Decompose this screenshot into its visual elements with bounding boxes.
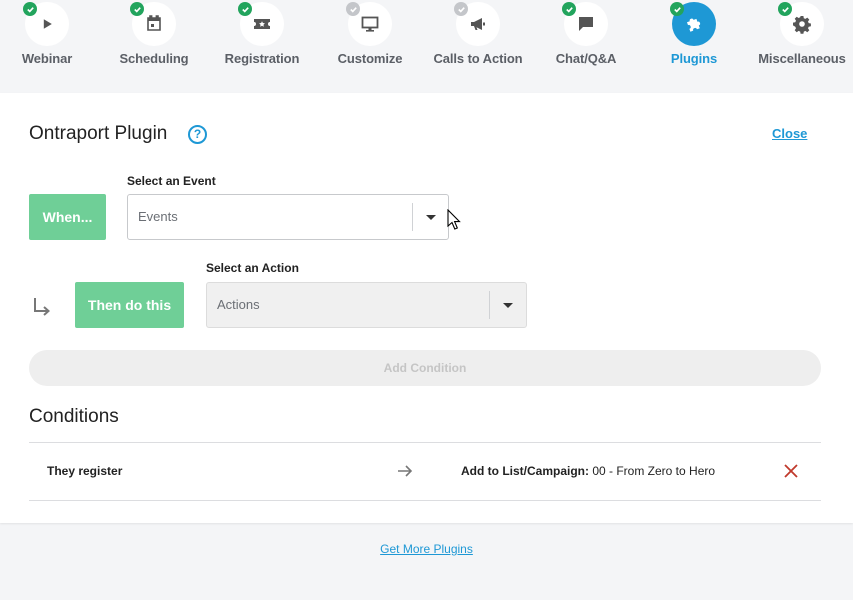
close-link[interactable]: Close [772, 126, 807, 141]
check-icon [778, 2, 792, 16]
action-select[interactable]: Actions [206, 282, 527, 328]
more-plugins-container: Get More Plugins [0, 542, 853, 556]
select-divider [489, 291, 490, 319]
check-icon [562, 2, 576, 16]
step-label: Chat/Q&A [555, 51, 617, 66]
check-icon [454, 2, 468, 16]
check-icon [23, 2, 37, 16]
add-condition-button[interactable]: Add Condition [29, 350, 821, 386]
turn-right-arrow-icon [31, 296, 53, 318]
chevron-down-icon [503, 303, 513, 308]
step-label: Webinar [21, 51, 73, 66]
monitor-icon [361, 16, 379, 32]
arrow-right-icon [398, 465, 413, 477]
help-icon[interactable]: ? [188, 125, 207, 144]
mouse-cursor-icon [447, 209, 461, 230]
play-icon [43, 19, 52, 29]
close-icon[interactable] [783, 463, 799, 479]
event-select[interactable]: Events [127, 194, 449, 240]
event-field-label: Select an Event [127, 174, 216, 188]
condition-action-label: Add to List/Campaign: [461, 464, 589, 478]
step-navigation: Webinar Scheduling Registration Customiz… [0, 0, 853, 93]
condition-event: They register [47, 464, 123, 478]
select-divider [412, 203, 413, 231]
step-label: Registration [224, 51, 300, 66]
step-label: Plugins [670, 51, 718, 66]
chat-icon [579, 17, 593, 31]
check-icon [346, 2, 360, 16]
check-icon [238, 2, 252, 16]
check-icon [130, 2, 144, 16]
step-label: Miscellaneous [758, 51, 846, 66]
event-select-value: Events [138, 209, 178, 224]
conditions-title: Conditions [29, 406, 119, 427]
action-select-value: Actions [217, 297, 260, 312]
calendar-icon [147, 15, 161, 31]
step-label: Calls to Action [433, 51, 523, 66]
check-icon [670, 2, 684, 16]
when-button[interactable]: When... [29, 194, 106, 240]
page-title: Ontraport Plugin [29, 123, 168, 144]
puzzle-icon [686, 18, 701, 32]
ticket-icon [254, 19, 270, 29]
condition-action: Add to List/Campaign: 00 - From Zero to … [461, 464, 715, 478]
chevron-down-icon [426, 215, 436, 220]
table-row: They register Add to List/Campaign: 00 -… [29, 442, 821, 501]
plugin-card: Ontraport Plugin ? Close When... Select … [0, 93, 853, 523]
gear-icon [793, 16, 811, 34]
step-label: Scheduling [119, 51, 189, 66]
then-do-this-button[interactable]: Then do this [75, 282, 184, 328]
megaphone-icon [471, 18, 485, 30]
condition-action-value: 00 - From Zero to Hero [589, 464, 716, 478]
action-field-label: Select an Action [206, 261, 299, 275]
step-label: Customize [337, 51, 403, 66]
get-more-plugins-link[interactable]: Get More Plugins [380, 542, 473, 556]
